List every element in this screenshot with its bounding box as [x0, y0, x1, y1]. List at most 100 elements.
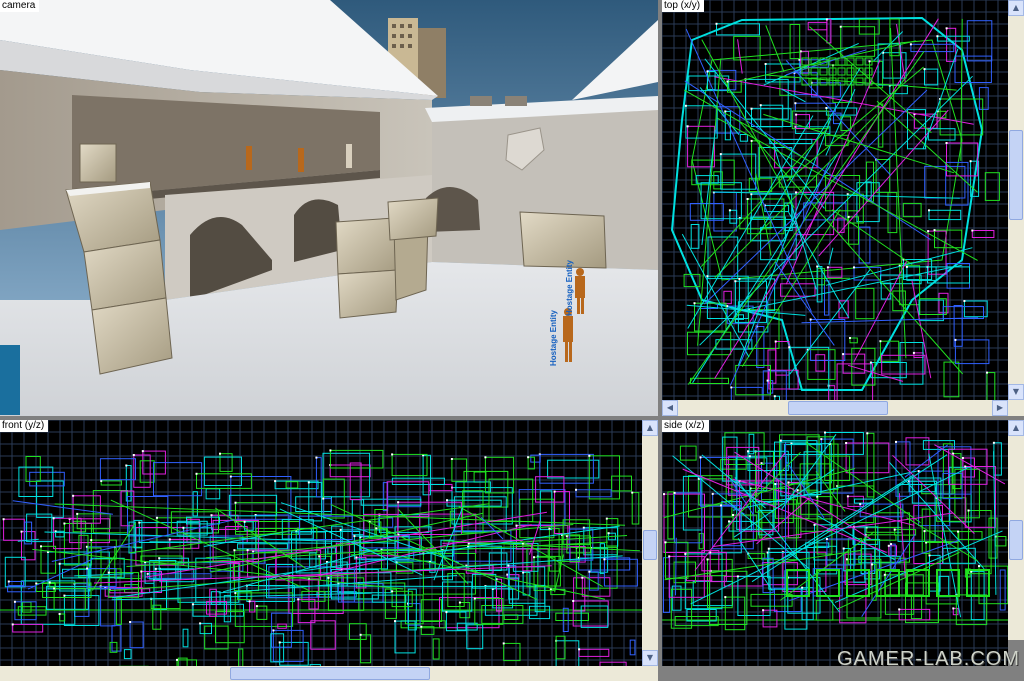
brush-outline — [581, 577, 611, 597]
vertex-handle — [192, 603, 194, 606]
top-viewport-hscroll[interactable]: ◀ ▶ — [662, 400, 1024, 416]
texture-edge — [0, 345, 20, 415]
brush-outline — [391, 590, 413, 608]
side-viewport-vscroll[interactable]: ▲ — [1008, 420, 1024, 640]
wire-line — [737, 39, 743, 74]
brush-outline — [611, 475, 632, 492]
scroll-right-button[interactable]: ▶ — [992, 400, 1008, 416]
brush-outline — [238, 648, 244, 666]
vertex-handle — [158, 557, 161, 560]
side-viewport[interactable]: side (x/z) — [662, 420, 1008, 666]
side-wireframe — [662, 420, 1008, 666]
vertex-handle — [945, 27, 948, 30]
vertex-handle — [138, 521, 141, 524]
brush-outline — [539, 490, 553, 531]
vertex-handle — [588, 570, 591, 573]
scroll-thumb[interactable] — [643, 530, 657, 560]
vertex-handle — [724, 596, 727, 599]
brush-outline — [698, 533, 704, 550]
vertex-handle — [868, 60, 871, 63]
vertex-handle — [274, 480, 277, 483]
vertex-handle — [229, 475, 232, 478]
vertex-handle — [909, 43, 912, 46]
wire-line — [780, 277, 851, 280]
vertex-handle — [719, 153, 722, 156]
vertex-handle — [168, 538, 171, 541]
vertex-handle — [726, 80, 729, 83]
wire-line — [911, 280, 932, 379]
scroll-left-button[interactable]: ◀ — [662, 400, 678, 416]
vertex-handle — [750, 193, 753, 196]
vertex-handle — [936, 35, 939, 38]
vertex-handle — [969, 160, 972, 163]
vertex-handle — [766, 379, 769, 382]
vertex-handle — [845, 442, 848, 444]
vertex-handle — [728, 520, 730, 523]
vertex-handle — [132, 454, 135, 456]
vertex-handle — [774, 483, 777, 485]
vertex-handle — [572, 600, 575, 602]
vertex-handle — [853, 266, 855, 269]
front-viewport[interactable]: front (y/z) — [0, 420, 642, 666]
vertex-handle — [820, 438, 823, 441]
vertex-handle — [788, 346, 791, 349]
brush-outline — [555, 640, 580, 666]
brush-outline — [547, 459, 600, 479]
vertex-handle — [787, 481, 790, 484]
vertex-handle — [825, 538, 828, 540]
vertex-handle — [734, 280, 737, 283]
vertex-handle — [154, 567, 157, 570]
brush-outline — [503, 642, 521, 662]
vertex-handle — [912, 351, 915, 354]
vertex-handle — [774, 340, 777, 343]
vertex-handle — [801, 586, 804, 589]
brush-outline — [942, 443, 953, 495]
scroll-up-button[interactable]: ▲ — [1008, 420, 1024, 436]
camera-viewport[interactable]: Hostage Entity Hostage Entity camera — [0, 0, 658, 416]
wire-line — [928, 453, 962, 618]
scroll-down-button[interactable]: ▼ — [642, 650, 658, 666]
front-viewport-vscroll[interactable]: ▲ ▼ — [642, 420, 658, 666]
vertex-handle — [176, 658, 178, 661]
scroll-up-button[interactable]: ▲ — [642, 420, 658, 436]
vertex-handle — [767, 547, 770, 550]
vertex-handle — [952, 607, 955, 610]
wire-line — [675, 537, 677, 596]
vertex-handle — [715, 22, 718, 25]
scroll-down-button[interactable]: ▼ — [1008, 384, 1024, 400]
vertex-handle — [826, 266, 829, 269]
scroll-thumb[interactable] — [1009, 520, 1023, 560]
vertex-handle — [859, 503, 862, 506]
brush-outline — [29, 471, 65, 487]
scroll-thumb[interactable] — [788, 401, 888, 415]
vertex-handle — [234, 501, 237, 504]
brush-outline — [984, 172, 1000, 201]
top-viewport-vscroll[interactable]: ▲ ▼ — [1008, 0, 1024, 400]
vertex-handle — [732, 514, 734, 516]
wire-line — [685, 28, 812, 312]
vertex-handle — [748, 455, 751, 458]
vertex-handle — [35, 582, 38, 585]
brush-outline — [420, 599, 443, 622]
brush-outline — [663, 557, 671, 613]
scroll-up-button[interactable]: ▲ — [1008, 0, 1024, 16]
brush-outline — [432, 638, 440, 660]
vertex-handle — [90, 539, 93, 542]
brush-outline — [588, 571, 599, 591]
vertex-handle — [146, 572, 149, 575]
scroll-thumb[interactable] — [1009, 130, 1023, 220]
brush-outline — [855, 287, 875, 320]
watermark: GAMER-LAB.COM — [836, 648, 1020, 670]
front-viewport-hscroll[interactable] — [0, 666, 658, 681]
top-viewport[interactable]: top (x/y) — [662, 0, 1008, 400]
crate-right — [519, 211, 607, 269]
brush-outline — [384, 588, 397, 619]
vertex-handle — [684, 552, 687, 555]
vertex-handle — [923, 530, 926, 533]
scroll-thumb[interactable] — [230, 667, 430, 680]
vertex-handle — [957, 530, 959, 533]
vertex-handle — [971, 229, 974, 232]
vertex-handle — [764, 63, 767, 65]
brush-outline — [205, 488, 221, 500]
vertex-handle — [40, 545, 42, 548]
